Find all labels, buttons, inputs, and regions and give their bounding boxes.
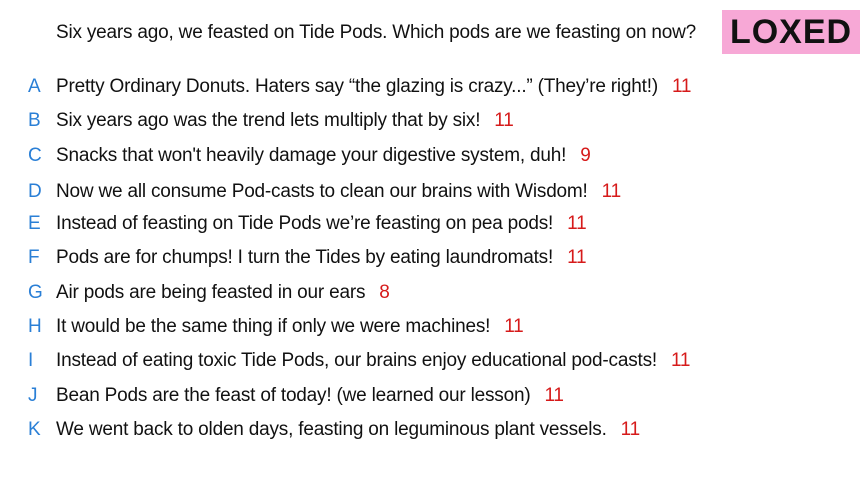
answer-text: Pods are for chumps! I turn the Tides by…: [56, 247, 554, 268]
answer-text: Pretty Ordinary Donuts. Haters say “the …: [56, 76, 658, 97]
answer-text: Bean Pods are the feast of today! (we le…: [56, 385, 531, 406]
answer-count: 11: [567, 247, 587, 268]
answer-count: 8: [379, 282, 390, 303]
answer-count: 11: [670, 350, 691, 371]
answer-count: 11: [601, 181, 622, 202]
answer-count: 11: [544, 385, 564, 406]
answer-count: 11: [494, 110, 514, 131]
answer-letter: C: [28, 145, 42, 166]
answer-letter: I: [28, 350, 34, 371]
answer-count: 11: [567, 213, 587, 234]
answer-count: 11: [620, 419, 641, 440]
answer-text: Instead of eating toxic Tide Pods, our b…: [56, 350, 657, 371]
answer-letter: A: [28, 76, 41, 97]
answer-list: A Pretty Ordinary Donuts. Haters say “th…: [0, 0, 864, 482]
answer-text: It would be the same thing if only we we…: [56, 316, 491, 337]
answer-text: Snacks that won't heavily damage your di…: [56, 145, 567, 166]
answer-text: Six years ago was the trend lets multipl…: [56, 110, 481, 131]
answer-letter: H: [28, 316, 42, 337]
answer-letter: E: [28, 213, 41, 234]
answer-text: We went back to olden days, feasting on …: [56, 419, 607, 440]
answer-count: 11: [671, 76, 692, 97]
answer-text: Air pods are being feasted in our ears: [56, 282, 366, 303]
answer-count: 9: [580, 145, 591, 166]
answer-count: 11: [504, 316, 524, 337]
answer-text: Now we all consume Pod-casts to clean ou…: [56, 181, 588, 202]
answer-letter: G: [28, 282, 43, 303]
answer-letter: D: [28, 181, 42, 202]
answer-letter: K: [28, 419, 41, 440]
answer-letter: J: [28, 385, 38, 406]
answer-letter: F: [28, 247, 40, 268]
answer-text: Instead of feasting on Tide Pods we’re f…: [56, 213, 554, 234]
answer-letter: B: [28, 110, 41, 131]
